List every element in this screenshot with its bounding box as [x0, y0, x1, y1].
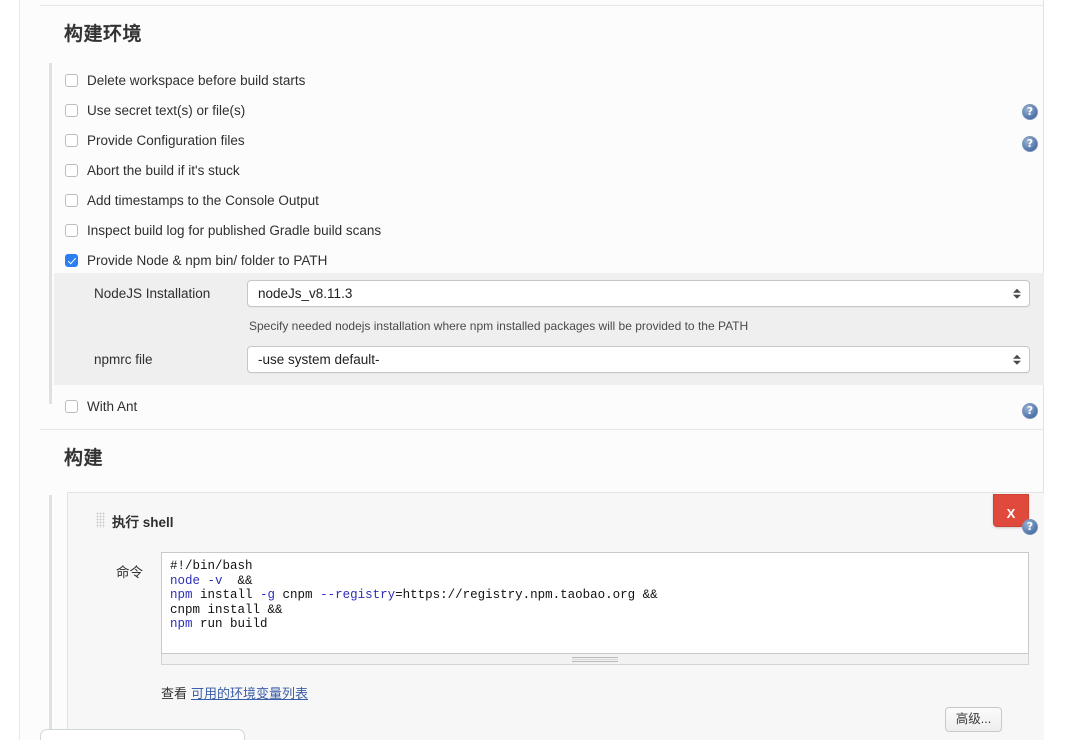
builder-indent-rail: [49, 495, 52, 740]
help-icon-provide-configuration-files[interactable]: ?: [1022, 136, 1038, 152]
checkbox-use-secret-text[interactable]: [65, 104, 78, 117]
select-nodejs-installation-value: nodeJs_v8.11.3: [258, 286, 352, 301]
chevron-updown-icon: [1013, 354, 1021, 365]
build-heading: 构建: [64, 443, 103, 470]
textarea-resize-grip[interactable]: [161, 654, 1029, 665]
checkbox-row-provide-node-npm[interactable]: Provide Node & npm bin/ folder to PATH: [65, 249, 327, 271]
label-npmrc-file: npmrc file: [94, 352, 153, 367]
select-npmrc-file[interactable]: -use system default-: [247, 346, 1030, 373]
advanced-button[interactable]: 高级...: [945, 707, 1002, 732]
build-steps-block: 执行 shell X 命令 #!/bin/bash node -v && npm…: [49, 487, 1049, 740]
section-divider-top: [40, 5, 1050, 6]
checkbox-row-delete-workspace[interactable]: Delete workspace before build starts: [65, 69, 305, 91]
label-command: 命令: [116, 561, 143, 581]
checkbox-label-add-timestamps: Add timestamps to the Console Output: [87, 193, 319, 208]
jenkins-job-config-page: 构建环境 Delete workspace before build start…: [0, 0, 1080, 740]
checkbox-delete-workspace[interactable]: [65, 74, 78, 87]
build-environment-block: Delete workspace before build starts Use…: [49, 63, 1049, 420]
env-variables-line: 查看可用的环境变量列表: [161, 683, 308, 702]
helper-text-nodejs-installation: Specify needed nodejs installation where…: [249, 319, 748, 333]
nodejs-settings-panel: NodeJS Installation nodeJs_v8.11.3 Speci…: [54, 273, 1049, 385]
checkbox-row-add-timestamps[interactable]: Add timestamps to the Console Output: [65, 189, 319, 211]
command-textarea[interactable]: #!/bin/bash node -v && npm install -g cn…: [161, 552, 1029, 654]
execute-shell-builder-panel: 执行 shell X 命令 #!/bin/bash node -v && npm…: [67, 492, 1049, 740]
label-nodejs-installation: NodeJS Installation: [94, 286, 210, 301]
builder-title: 执行 shell: [112, 511, 174, 531]
checkbox-row-inspect-gradle-scans[interactable]: Inspect build log for published Gradle b…: [65, 219, 381, 241]
checkbox-label-provide-configuration-files: Provide Configuration files: [87, 133, 245, 148]
checkbox-provide-node-npm[interactable]: [65, 254, 78, 267]
checkbox-row-abort-build-stuck[interactable]: Abort the build if it's stuck: [65, 159, 240, 181]
checkbox-label-with-ant: With Ant: [87, 399, 137, 414]
checkbox-row-use-secret-text[interactable]: Use secret text(s) or file(s): [65, 99, 245, 121]
help-icon-with-ant[interactable]: ?: [1022, 403, 1038, 419]
checkbox-inspect-gradle-scans[interactable]: [65, 224, 78, 237]
checkbox-label-use-secret-text: Use secret text(s) or file(s): [87, 103, 245, 118]
right-gutter: [1044, 0, 1080, 740]
help-icon-use-secret-text[interactable]: ?: [1022, 104, 1038, 120]
help-icon-execute-shell[interactable]: ?: [1022, 519, 1038, 535]
checkbox-label-provide-node-npm: Provide Node & npm bin/ folder to PATH: [87, 253, 327, 268]
checkbox-abort-build-stuck[interactable]: [65, 164, 78, 177]
checkbox-label-inspect-gradle-scans: Inspect build log for published Gradle b…: [87, 223, 381, 238]
checkbox-with-ant[interactable]: [65, 400, 78, 413]
chevron-updown-icon: [1013, 288, 1021, 299]
checkbox-label-abort-build-stuck: Abort the build if it's stuck: [87, 163, 240, 178]
drag-handle-icon[interactable]: [96, 512, 105, 528]
checkbox-label-delete-workspace: Delete workspace before build starts: [87, 73, 305, 88]
build-environment-heading: 构建环境: [64, 19, 142, 46]
content-column: 构建环境 Delete workspace before build start…: [19, 0, 1044, 740]
checkbox-row-provide-configuration-files[interactable]: Provide Configuration files: [65, 129, 245, 151]
checkbox-provide-configuration-files[interactable]: [65, 134, 78, 147]
checkbox-add-timestamps[interactable]: [65, 194, 78, 207]
env-link-prefix: 查看: [161, 686, 187, 701]
select-nodejs-installation[interactable]: nodeJs_v8.11.3: [247, 280, 1030, 307]
section-indent-rail: [49, 63, 52, 404]
checkbox-row-with-ant[interactable]: With Ant: [65, 395, 137, 417]
select-npmrc-file-value: -use system default-: [258, 352, 380, 367]
section-divider-middle: [40, 429, 1050, 430]
bottom-rounded-panel: [40, 729, 245, 740]
available-env-variables-link[interactable]: 可用的环境变量列表: [191, 686, 308, 701]
